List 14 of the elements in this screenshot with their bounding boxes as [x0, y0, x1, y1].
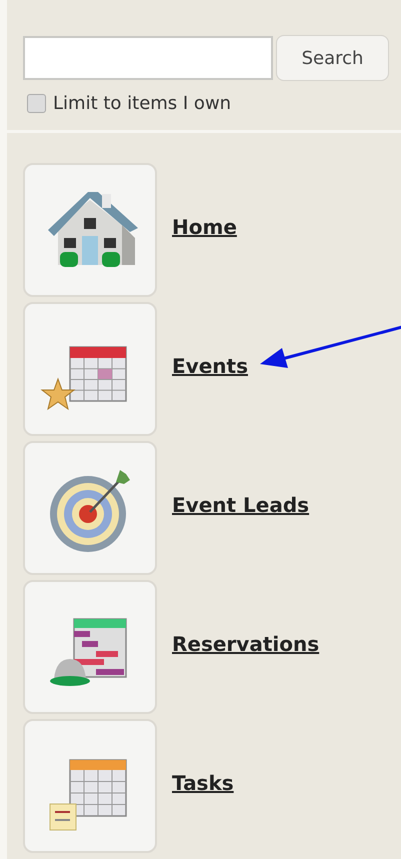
nav-tile[interactable] [23, 441, 157, 575]
nav-link[interactable]: Event Leads [172, 493, 310, 517]
search-button[interactable]: Search [276, 35, 389, 81]
nav-tile[interactable] [23, 719, 157, 853]
nav-link[interactable]: Tasks [172, 771, 234, 795]
nav-tile[interactable] [23, 302, 157, 436]
checkbox-label: Limit to items I own [53, 93, 232, 114]
nav-link[interactable]: Events [172, 354, 248, 378]
nav-link[interactable]: Reservations [172, 632, 320, 656]
nav-tile[interactable] [23, 580, 157, 714]
nav-tile[interactable] [23, 163, 157, 297]
checkbox[interactable] [27, 94, 46, 113]
search-field[interactable] [23, 36, 273, 80]
nav-link[interactable]: Home [172, 215, 237, 239]
